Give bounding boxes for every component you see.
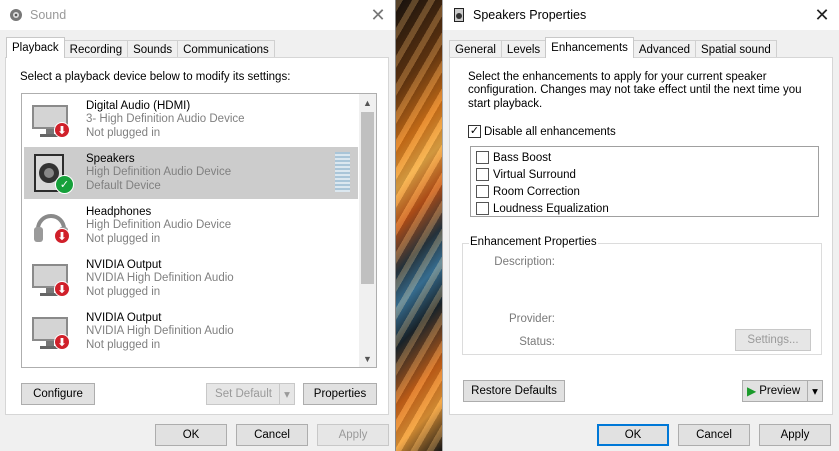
cancel-button[interactable]: Cancel xyxy=(678,424,750,446)
device-driver: NVIDIA High Definition Audio xyxy=(86,325,234,338)
unplugged-arrow-icon: ⬇ xyxy=(54,334,70,350)
sound-app-icon xyxy=(8,7,24,23)
play-icon: ▶ xyxy=(747,384,757,398)
props-close-icon[interactable]: ✕ xyxy=(811,4,833,26)
tab-enhancements[interactable]: Enhancements xyxy=(545,37,634,58)
checkbox-checked-icon[interactable]: ✓ xyxy=(468,125,481,138)
volume-level-meter xyxy=(335,152,350,192)
tab-levels[interactable]: Levels xyxy=(500,40,547,58)
device-row[interactable]: ⬇ NVIDIA Output NVIDIA High Definition A… xyxy=(24,306,358,358)
sound-window: Sound ✕ Playback Recording Sounds Commun… xyxy=(0,0,396,451)
sound-close-icon[interactable]: ✕ xyxy=(367,4,389,26)
tab-general[interactable]: General xyxy=(449,40,502,58)
device-driver: High Definition Audio Device xyxy=(86,166,232,179)
checkbox-icon[interactable] xyxy=(476,202,489,215)
device-name: Digital Audio (HDMI) xyxy=(86,100,191,112)
device-row[interactable]: ⬇ NVIDIA Output NVIDIA High Definition A… xyxy=(24,253,358,305)
enhancements-list: Bass Boost Virtual Surround Room Correct… xyxy=(470,146,819,217)
sound-titlebar[interactable]: Sound ✕ xyxy=(0,0,395,30)
device-row-selected[interactable]: ✓ Speakers High Definition Audio Device … xyxy=(24,147,358,199)
device-name: Headphones xyxy=(86,206,152,218)
playback-panel: Select a playback device below to modify… xyxy=(5,57,389,415)
tab-recording[interactable]: Recording xyxy=(63,40,129,58)
configure-button[interactable]: Configure xyxy=(21,383,95,405)
checkbox-icon[interactable] xyxy=(476,185,489,198)
checkbox-icon[interactable] xyxy=(476,168,489,181)
disable-all-checkbox[interactable]: ✓ Disable all enhancements xyxy=(468,125,616,138)
props-tab-bar: General Levels Enhancements Advanced Spa… xyxy=(449,37,777,58)
device-status: Not plugged in xyxy=(86,232,161,245)
disable-all-label: Disable all enhancements xyxy=(484,125,616,138)
device-driver: NVIDIA High Definition Audio xyxy=(86,272,234,285)
checkbox-icon[interactable] xyxy=(476,151,489,164)
device-driver: High Definition Audio Device xyxy=(86,219,232,232)
apply-button[interactable]: Apply xyxy=(759,424,831,446)
ok-button[interactable]: OK xyxy=(597,424,669,446)
restore-defaults-button[interactable]: Restore Defaults xyxy=(463,380,565,402)
speaker-app-icon xyxy=(451,7,467,23)
device-list[interactable]: ⬇ Digital Audio (HDMI) 3- High Definitio… xyxy=(21,93,377,368)
sound-window-title: Sound xyxy=(30,8,67,22)
enhancements-panel: Select the enhancements to apply for you… xyxy=(449,57,833,415)
enhancements-description: Select the enhancements to apply for you… xyxy=(468,71,802,110)
tab-advanced[interactable]: Advanced xyxy=(632,40,697,58)
enhancement-properties-group: Enhancement Properties Description: Prov… xyxy=(462,236,822,355)
ok-button[interactable]: OK xyxy=(155,424,227,446)
device-status: Default Device xyxy=(86,179,161,192)
settings-button[interactable]: Settings... xyxy=(735,329,811,351)
props-titlebar[interactable]: Speakers Properties ✕ xyxy=(443,0,839,30)
props-window-title: Speakers Properties xyxy=(473,8,587,22)
apply-button[interactable]: Apply xyxy=(317,424,389,446)
preview-label: Preview xyxy=(759,385,801,397)
group-title: Enhancement Properties xyxy=(469,236,598,248)
device-status: Not plugged in xyxy=(86,126,161,139)
enhancement-label: Virtual Surround xyxy=(493,168,576,181)
enhancement-label: Loudness Equalization xyxy=(493,202,609,215)
device-name: NVIDIA Output xyxy=(86,259,162,271)
device-list-scrollbar[interactable]: ▲ ▼ xyxy=(359,94,376,367)
preview-button[interactable]: ▶ Preview xyxy=(742,380,808,402)
device-driver: 3- High Definition Audio Device xyxy=(86,113,245,126)
set-default-button[interactable]: Set Default xyxy=(206,383,280,405)
cancel-button[interactable]: Cancel xyxy=(236,424,308,446)
default-check-icon: ✓ xyxy=(55,175,74,194)
unplugged-arrow-icon: ⬇ xyxy=(54,228,70,244)
tab-spatial-sound[interactable]: Spatial sound xyxy=(695,40,777,58)
tab-sounds[interactable]: Sounds xyxy=(127,40,179,58)
device-name: Speakers xyxy=(86,153,135,165)
device-status: Not plugged in xyxy=(86,338,161,351)
unplugged-arrow-icon: ⬇ xyxy=(54,122,70,138)
preview-dropdown-icon[interactable]: ▾ xyxy=(807,380,823,402)
speakers-properties-window: Speakers Properties ✕ General Levels Enh… xyxy=(442,0,839,451)
description-label: Description: xyxy=(494,256,555,268)
sound-tab-bar: Playback Recording Sounds Communications xyxy=(6,37,275,58)
scroll-up-icon[interactable]: ▲ xyxy=(359,94,376,111)
device-row[interactable]: ⬇ Digital Audio (HDMI) 3- High Definitio… xyxy=(24,94,358,146)
scrollbar-thumb[interactable] xyxy=(361,112,374,284)
set-default-dropdown-icon[interactable]: ▾ xyxy=(279,383,295,405)
virtual-surround-checkbox[interactable]: Virtual Surround xyxy=(476,168,576,181)
enhancement-label: Bass Boost xyxy=(493,151,552,164)
unplugged-arrow-icon: ⬇ xyxy=(54,281,70,297)
desktop-wallpaper xyxy=(396,0,442,451)
tab-communications[interactable]: Communications xyxy=(177,40,275,58)
device-name: NVIDIA Output xyxy=(86,312,162,324)
provider-label: Provider: xyxy=(508,313,555,325)
playback-instruction: Select a playback device below to modify… xyxy=(20,71,291,83)
room-correction-checkbox[interactable]: Room Correction xyxy=(476,185,580,198)
enhancement-label: Room Correction xyxy=(493,185,580,198)
device-row[interactable]: ⬇ Headphones High Definition Audio Devic… xyxy=(24,200,358,252)
device-status: Not plugged in xyxy=(86,285,161,298)
status-label: Status: xyxy=(519,336,555,348)
tab-playback[interactable]: Playback xyxy=(6,37,65,58)
loudness-equalization-checkbox[interactable]: Loudness Equalization xyxy=(476,202,609,215)
properties-button[interactable]: Properties xyxy=(303,383,377,405)
scroll-down-icon[interactable]: ▼ xyxy=(359,350,376,367)
bass-boost-checkbox[interactable]: Bass Boost xyxy=(476,151,551,164)
